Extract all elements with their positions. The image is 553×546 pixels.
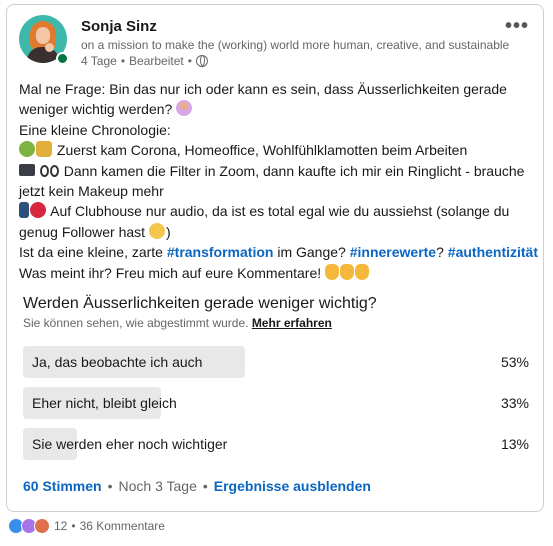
poll-option: Eher nicht, bleibt gleich 33%: [23, 387, 529, 419]
more-options-icon[interactable]: •••: [505, 15, 529, 38]
edited-label: Bearbeitet: [129, 54, 184, 68]
smirk-face-icon: [148, 222, 165, 239]
meta-separator: •: [71, 519, 76, 533]
meta-separator: •: [202, 478, 208, 494]
hide-results-button[interactable]: Ergebnisse ausblenden: [214, 478, 371, 494]
poll-option-percent: 53%: [500, 354, 529, 370]
poll-subtitle-text: Sie können sehen, wie abgestimmt wurde.: [23, 316, 249, 330]
post-line-text: Ist da eine kleine, zarte: [19, 244, 163, 261]
post-line-text: ?: [436, 244, 444, 261]
feed-post-card: Sonja Sinz on a mission to make the (wor…: [6, 4, 544, 512]
learn-more-link[interactable]: Mehr erfahren: [252, 316, 332, 330]
poll-box: Werden Äusserlichkeiten gerade weniger w…: [7, 288, 543, 510]
poll-subtitle: Sie können sehen, wie abgestimmt wurde. …: [23, 316, 332, 330]
author-name[interactable]: Sonja Sinz: [81, 18, 157, 35]
pointing-down-icon: [355, 263, 370, 280]
eyes-icon: [39, 164, 49, 177]
virus-icon: [19, 141, 35, 158]
post-line: genug Follower hast ): [19, 222, 171, 240]
post-line: Mal ne Frage: Bin das nur ich oder kann …: [19, 81, 507, 97]
post-line: Ist da eine kleine, zarte #transformatio…: [19, 242, 539, 262]
author-tagline: on a mission to make the (working) world…: [81, 38, 510, 52]
post-line-text: im Gange?: [277, 244, 346, 261]
reaction-count[interactable]: 12: [54, 519, 67, 533]
online-status-icon: [56, 52, 69, 65]
poll-option: Ja, das beobachte ich auch 53%: [23, 346, 529, 378]
poll-option-label: Ja, das beobachte ich auch: [32, 354, 203, 370]
post-line-text: Dann kamen die Filter in Zoom, dann kauf…: [63, 162, 525, 179]
post-line: weniger wichtig werden?: [19, 99, 539, 119]
pointing-down-icon: [325, 263, 340, 280]
post-text: Mal ne Frage: Bin das nur ich oder kann …: [19, 79, 539, 283]
laptop-icon: [19, 163, 35, 176]
poll-question: Werden Äusserlichkeiten gerade weniger w…: [23, 295, 377, 312]
post-meta: 4 Tage • Bearbeitet •: [81, 54, 208, 68]
love-icon: [34, 518, 50, 534]
poll-footer: 60 Stimmen • Noch 3 Tage • Ergebnisse au…: [23, 478, 371, 494]
globe-icon: [195, 55, 208, 67]
post-line-text: genug Follower hast: [19, 223, 146, 240]
poll-option-percent: 33%: [500, 395, 529, 411]
post-line: Eine kleine Chronologie:: [19, 121, 171, 138]
poll-option-label: Eher nicht, bleibt gleich: [32, 395, 177, 411]
post-line-text: Was meint ihr? Freu mich auf eure Kommen…: [19, 264, 322, 281]
post-line-text: Auf Clubhouse nur audio, da ist es total…: [50, 203, 510, 220]
poll-option: Sie werden eher noch wichtiger 13%: [23, 428, 529, 460]
poll-option-percent: 13%: [500, 436, 529, 452]
post-line: Dann kamen die Filter in Zoom, dann kauf…: [19, 161, 539, 181]
eyes-icon: [49, 164, 59, 177]
post-line: Zuerst kam Corona, Homeoffice, Wohlfühlk…: [19, 140, 539, 160]
post-line: Was meint ihr? Freu mich auf eure Kommen…: [19, 263, 539, 283]
poll-option-label: Sie werden eher noch wichtiger: [32, 436, 228, 452]
hashtag-link[interactable]: #innerewerte: [350, 244, 436, 260]
meta-separator: •: [107, 478, 113, 494]
mobile-phone-icon: [19, 202, 29, 219]
comment-count[interactable]: 36 Kommentare: [80, 519, 165, 533]
meta-separator: •: [120, 54, 126, 68]
telephone-icon: [30, 202, 46, 219]
vote-count-link[interactable]: 60 Stimmen: [23, 478, 102, 494]
social-counts[interactable]: 12 • 36 Kommentare: [8, 518, 165, 534]
person-raising-hand-icon: [176, 100, 193, 117]
post-line-text: weniger wichtig werden?: [19, 101, 173, 118]
lock-icon: [36, 141, 52, 158]
hashtag-link[interactable]: #authentizität: [448, 244, 538, 260]
post-line: Auf Clubhouse nur audio, da ist es total…: [19, 201, 539, 221]
post-time: 4 Tage: [81, 54, 117, 68]
post-line: jetzt kein Makeup mehr: [19, 183, 164, 200]
pointing-down-icon: [340, 263, 355, 280]
meta-separator: •: [187, 54, 192, 68]
poll-time-remaining: Noch 3 Tage: [118, 478, 197, 494]
post-line-text: Zuerst kam Corona, Homeoffice, Wohlfühlk…: [56, 142, 468, 159]
author-avatar[interactable]: [19, 15, 69, 65]
hashtag-link[interactable]: #transformation: [167, 244, 274, 260]
